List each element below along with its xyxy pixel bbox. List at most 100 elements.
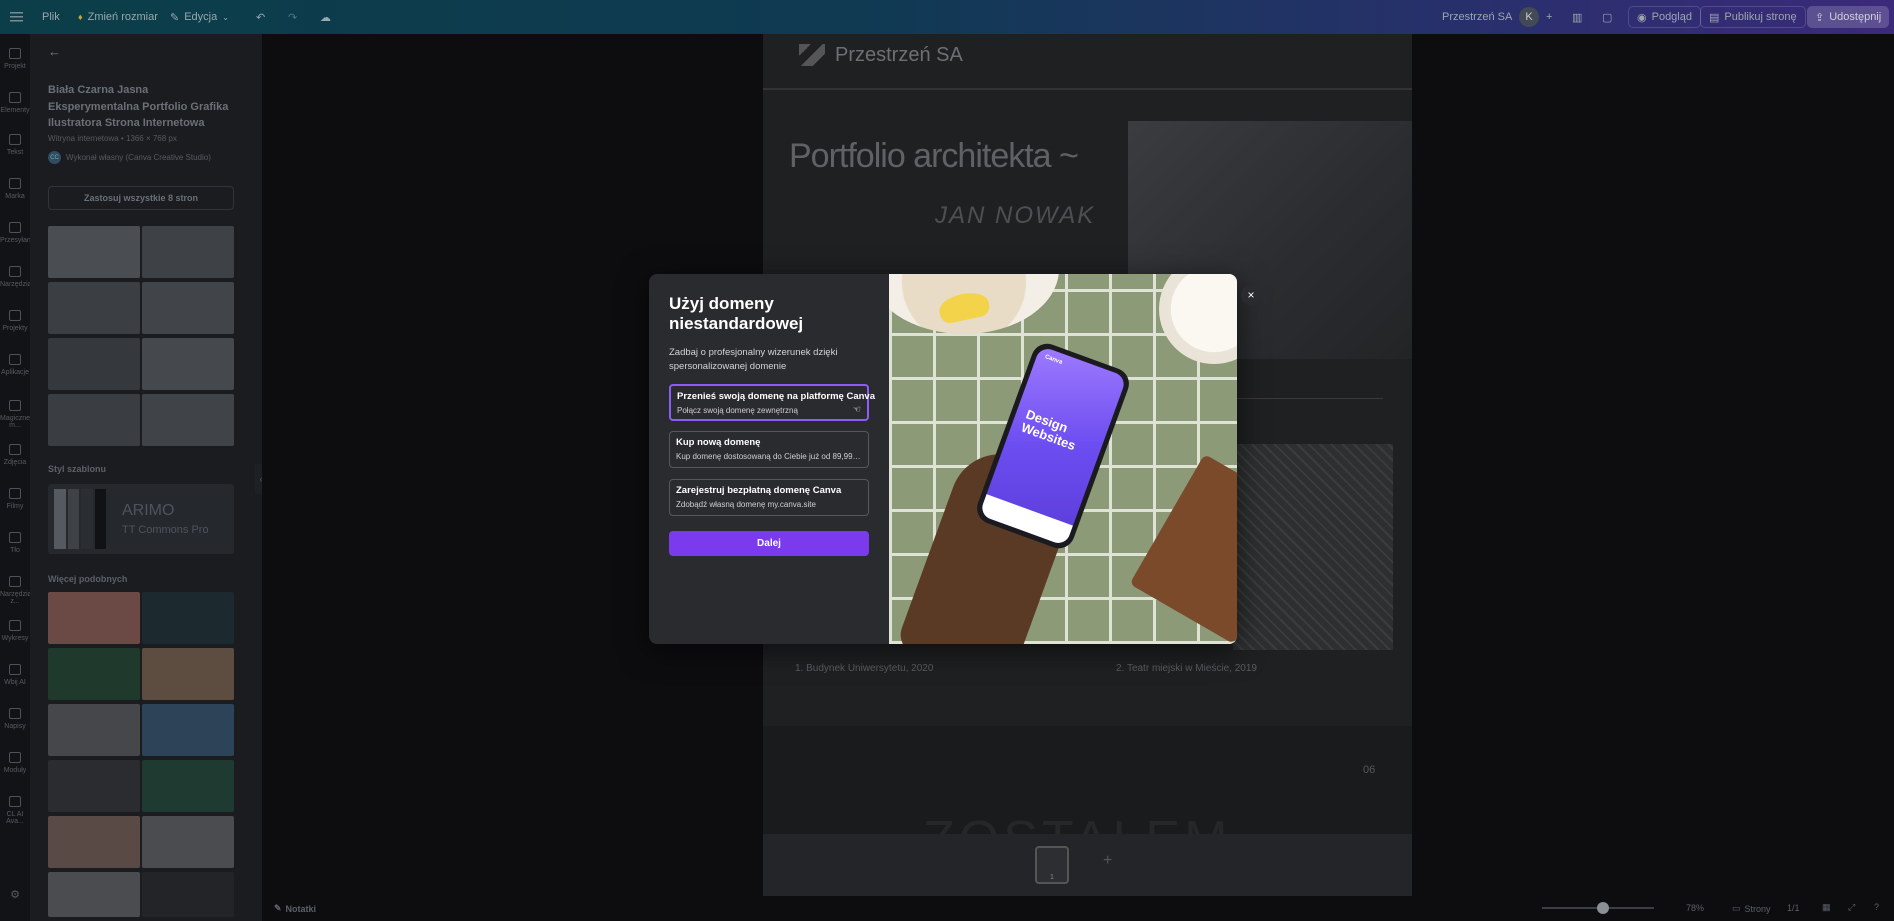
- template-page-thumb[interactable]: [48, 282, 140, 334]
- rail-item-18[interactable]: CL AI Ava...: [0, 796, 30, 825]
- back-arrow-icon[interactable]: ←: [48, 44, 61, 59]
- similar-template-thumb[interactable]: [48, 648, 140, 700]
- comments-button[interactable]: ▢: [1602, 9, 1612, 25]
- similar-template-thumb[interactable]: [48, 704, 140, 756]
- template-page-thumb[interactable]: [48, 394, 140, 446]
- publish-button[interactable]: ▤ Publikuj stronę: [1700, 6, 1806, 28]
- zoom-level[interactable]: 78%: [1686, 903, 1704, 913]
- cloud-save-button[interactable]: ☁: [320, 9, 331, 25]
- template-page-thumb[interactable]: [142, 226, 234, 278]
- rail-icon: [9, 266, 21, 277]
- rail-item-7[interactable]: Projekty: [0, 310, 30, 332]
- redo-button[interactable]: ↷: [288, 9, 297, 25]
- file-menu[interactable]: Plik: [42, 9, 60, 25]
- pages-strip: 1 +: [763, 834, 1412, 896]
- rail-item-5[interactable]: Przesyłanie: [0, 222, 36, 244]
- rail-icon: [9, 222, 21, 233]
- rail-item-11[interactable]: Filmy: [0, 488, 30, 510]
- similar-template-thumb[interactable]: [48, 592, 140, 644]
- rail-item-label: Wbij AI: [4, 679, 26, 686]
- similar-template-thumb[interactable]: [142, 704, 234, 756]
- rail-item-label: Projekt: [4, 63, 26, 70]
- rail-item-label: Projekty: [2, 325, 28, 332]
- rail-item-8[interactable]: Aplikacje: [0, 354, 30, 376]
- rail-item-6[interactable]: Narzędzia: [0, 266, 32, 288]
- next-button[interactable]: Dalej: [669, 531, 869, 556]
- template-page-thumb[interactable]: [48, 338, 140, 390]
- option-title: Kup nową domenę: [676, 437, 761, 448]
- similar-template-thumb[interactable]: [142, 648, 234, 700]
- rail-item-13[interactable]: Narzędzia z...: [0, 576, 32, 605]
- divider-line: [1233, 398, 1383, 399]
- rail-icon: [9, 796, 21, 807]
- similar-template-thumb[interactable]: [48, 760, 140, 812]
- publish-label: Publikuj stronę: [1724, 11, 1797, 23]
- similar-template-thumb[interactable]: [142, 592, 234, 644]
- add-page-button[interactable]: +: [1103, 852, 1112, 870]
- similar-template-thumb[interactable]: [142, 872, 234, 917]
- template-page-thumb[interactable]: [142, 338, 234, 390]
- option-buy-domain[interactable]: Kup nową domenę Kup domenę dostosowaną d…: [669, 431, 869, 468]
- option-title: Przenieś swoją domenę na platformę Canva: [677, 391, 875, 402]
- preview-label: Podgląd: [1651, 11, 1692, 23]
- rail-item-15[interactable]: Wbij AI: [0, 664, 30, 686]
- resize-label: Zmień rozmiar: [87, 11, 158, 23]
- notes-button[interactable]: ✎ Notatki: [274, 903, 316, 914]
- brand-name: Przestrzeń SA: [835, 43, 963, 66]
- template-author[interactable]: CC Wykonał własny (Canva Creative Studio…: [48, 151, 211, 164]
- template-page-thumb[interactable]: [48, 226, 140, 278]
- edit-menu[interactable]: ✎ Edycja ⌄: [170, 9, 229, 25]
- rail-item-1[interactable]: Projekt: [0, 48, 30, 70]
- rail-item-label: Narzędzia: [0, 281, 32, 288]
- option-free-domain[interactable]: Zarejestruj bezpłatną domenę Canva Zdobą…: [669, 479, 869, 516]
- undo-button[interactable]: ↶: [256, 9, 265, 25]
- add-member-button[interactable]: +: [1546, 9, 1552, 25]
- similar-template-thumb[interactable]: [142, 816, 234, 868]
- rail-item-3[interactable]: Tekst: [0, 134, 30, 156]
- rail-item-9[interactable]: Magiczne m...: [0, 400, 30, 429]
- rail-item-12[interactable]: Tło: [0, 532, 30, 554]
- rail-icon: [9, 354, 21, 365]
- share-button[interactable]: ⇪ Udostępnij: [1807, 6, 1890, 28]
- fullscreen-icon[interactable]: ⤢: [1848, 902, 1855, 913]
- avatar[interactable]: K: [1519, 7, 1539, 27]
- zoom-slider-knob[interactable]: [1597, 902, 1609, 914]
- template-page-thumb[interactable]: [142, 394, 234, 446]
- similar-template-thumb[interactable]: [142, 760, 234, 812]
- analytics-button[interactable]: ▥: [1572, 9, 1582, 25]
- rail-item-14[interactable]: Wykresy: [0, 620, 30, 642]
- option-transfer-domain[interactable]: Przenieś swoją domenę na platformę Canva…: [669, 384, 875, 421]
- crown-icon: ♦: [78, 12, 83, 22]
- workspace-label: Przestrzeń SA: [1442, 11, 1513, 23]
- rail-item-2[interactable]: Elementy: [0, 92, 30, 114]
- rail-item-label: Magiczne m...: [0, 415, 30, 429]
- workspace-name[interactable]: Przestrzeń SA: [1442, 9, 1512, 25]
- resize-button[interactable]: ♦ Zmień rozmiar: [78, 9, 158, 25]
- close-dialog-button[interactable]: ×: [1241, 285, 1261, 305]
- similar-template-thumb[interactable]: [48, 816, 140, 868]
- similar-template-thumb[interactable]: [48, 872, 140, 917]
- page-number: 06: [1363, 764, 1376, 776]
- cloud-icon: ☁: [320, 11, 331, 24]
- author-name: Wykonał własny (Canva Creative Studio): [66, 153, 211, 162]
- pages-button[interactable]: ▭ Strony: [1732, 903, 1771, 914]
- grid-view-icon[interactable]: ▦: [1822, 902, 1831, 913]
- template-style-card[interactable]: ARIMO TT Commons Pro: [48, 484, 234, 554]
- style-palette: [54, 489, 106, 549]
- template-page-thumb[interactable]: [142, 282, 234, 334]
- style-font-secondary: TT Commons Pro: [122, 524, 209, 536]
- page-thumbnail[interactable]: 1: [1035, 846, 1069, 884]
- rail-item-4[interactable]: Marka: [0, 178, 30, 200]
- help-icon[interactable]: ?: [1874, 902, 1879, 912]
- apply-all-pages-button[interactable]: Zastosuj wszystkie 8 stron: [48, 186, 234, 210]
- rail-item-16[interactable]: Napisy: [0, 708, 30, 730]
- custom-domain-dialog: Użyj domeny niestandardowej Zadbaj o pro…: [649, 274, 1237, 644]
- magic-settings-icon[interactable]: ⚙: [0, 888, 30, 901]
- rail-item-17[interactable]: Moduły: [0, 752, 30, 774]
- preview-button[interactable]: ◉ Podgląd: [1628, 6, 1701, 28]
- rail-item-10[interactable]: Zdjęcia: [0, 444, 30, 466]
- pages-icon: ▭: [1732, 903, 1741, 913]
- architecture-photo: [1233, 444, 1393, 650]
- rail-item-label: Moduły: [3, 767, 27, 774]
- menu-button[interactable]: [10, 9, 24, 25]
